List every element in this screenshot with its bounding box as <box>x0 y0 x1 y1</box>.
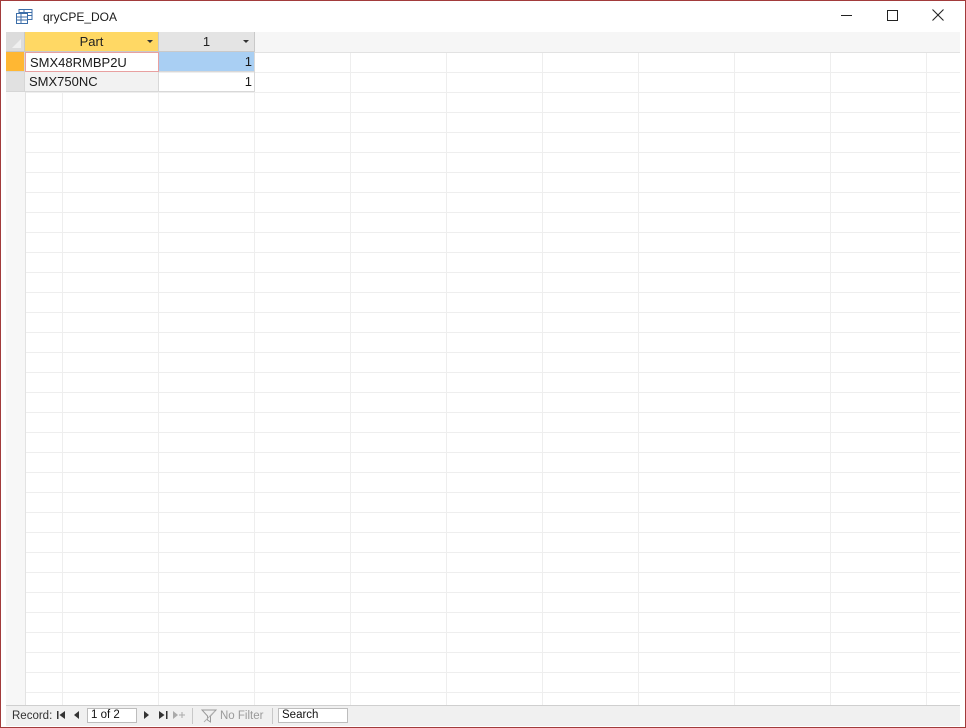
next-record-button[interactable] <box>140 709 154 723</box>
current-record-field[interactable]: 1 of 2 <box>87 708 137 723</box>
table-cell-value[interactable]: 1 <box>159 72 255 92</box>
previous-record-icon <box>74 710 80 722</box>
maximize-icon <box>886 8 898 26</box>
record-selector-row-2[interactable] <box>6 72 25 92</box>
separator <box>192 708 193 724</box>
column-header-1[interactable]: 1 <box>159 32 255 52</box>
table-cell-part[interactable]: SMX48RMBP2U <box>25 52 159 72</box>
minimize-icon <box>840 8 852 26</box>
close-icon <box>932 8 944 26</box>
last-record-button[interactable] <box>156 709 170 723</box>
datasheet-window: qryCPE_DOA Part 1 SMX48RMBP2U 1 SMX750NC… <box>0 0 966 728</box>
maximize-button[interactable] <box>869 1 915 32</box>
record-label: Record: <box>12 710 53 722</box>
first-record-icon <box>56 710 66 722</box>
new-record-button[interactable] <box>172 709 186 723</box>
record-navigation-bar: Record: 1 of 2 No Filter Search <box>6 705 960 726</box>
table-cell-value[interactable]: 1 <box>159 52 255 72</box>
table-cell-part[interactable]: SMX750NC <box>25 72 159 92</box>
column-header-label: Part <box>79 34 104 49</box>
record-selector-row-1[interactable] <box>6 52 25 72</box>
window-title: qryCPE_DOA <box>43 10 118 24</box>
sort-filter-dropdown-icon[interactable] <box>243 40 249 43</box>
filter-icon[interactable] <box>200 708 218 724</box>
previous-record-button[interactable] <box>70 709 84 723</box>
select-all-corner[interactable] <box>6 32 25 52</box>
close-button[interactable] <box>915 1 961 32</box>
title-bar[interactable]: qryCPE_DOA <box>1 1 965 32</box>
datasheet-grid[interactable]: Part 1 SMX48RMBP2U 1 SMX750NC 1 <box>6 32 960 705</box>
separator <box>272 708 273 724</box>
sort-filter-dropdown-icon[interactable] <box>147 40 153 43</box>
column-header-part[interactable]: Part <box>25 32 159 52</box>
query-datasheet-icon <box>16 9 33 24</box>
minimize-button[interactable] <box>823 1 869 32</box>
next-record-icon <box>144 710 150 722</box>
column-header-label: 1 <box>202 34 211 49</box>
record-selector-column <box>6 52 26 705</box>
no-filter-label[interactable]: No Filter <box>220 710 263 722</box>
search-input[interactable]: Search <box>278 708 348 723</box>
first-record-button[interactable] <box>54 709 68 723</box>
new-record-icon <box>173 710 185 722</box>
last-record-icon <box>158 710 168 722</box>
empty-grid-area <box>6 32 960 705</box>
